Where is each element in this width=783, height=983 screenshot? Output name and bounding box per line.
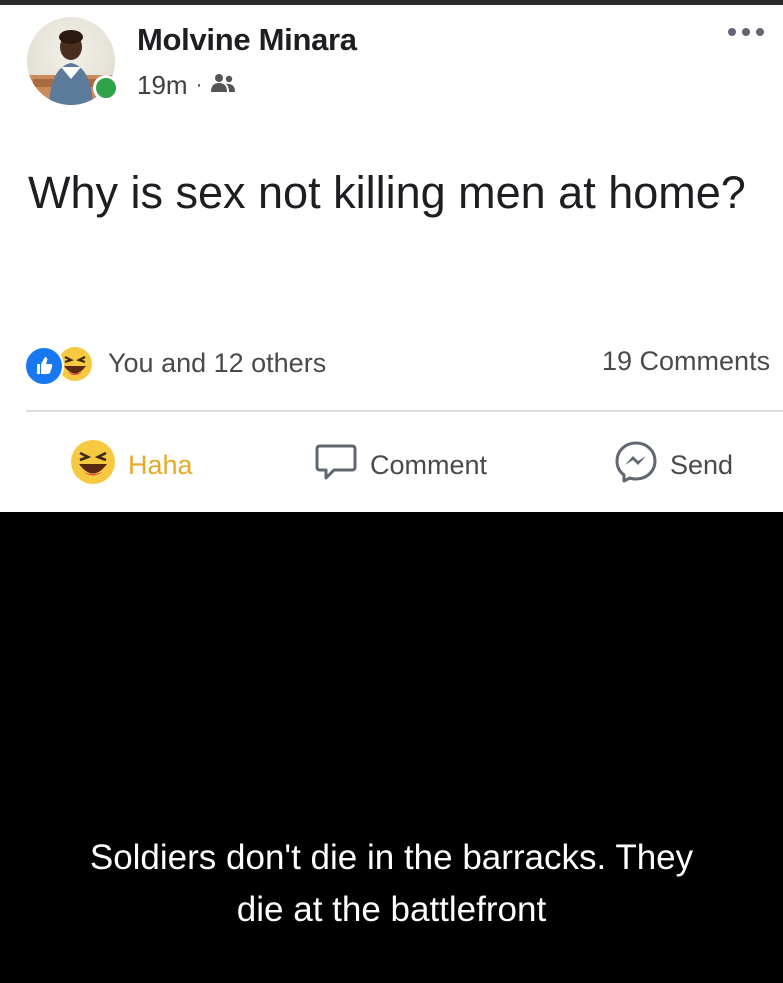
author-name[interactable]: Molvine Minara bbox=[137, 22, 357, 58]
friends-icon[interactable] bbox=[210, 70, 236, 101]
comments-count-link[interactable]: 19 Comments bbox=[602, 346, 770, 377]
haha-label: Haha bbox=[128, 449, 193, 480]
reactions-summary[interactable]: You and 12 others bbox=[24, 340, 326, 386]
post-timestamp[interactable]: 19m bbox=[137, 70, 188, 101]
more-options-icon[interactable] bbox=[725, 22, 767, 42]
caption-line-1: Soldiers don't die in the barracks. They bbox=[89, 838, 694, 877]
facebook-post: Molvine Minara 19m · Why is sex not kill… bbox=[0, 0, 783, 512]
meta-separator: · bbox=[195, 74, 203, 96]
comment-icon bbox=[314, 442, 358, 489]
send-label: Send bbox=[670, 449, 734, 480]
actions-divider bbox=[26, 410, 783, 412]
send-button[interactable]: Send bbox=[614, 440, 733, 490]
post-top-border bbox=[0, 0, 783, 5]
meme-caption: Soldiers don't die in the barracks. They… bbox=[0, 832, 783, 936]
reaction-icons bbox=[24, 343, 102, 386]
caption-line-2: die at the battlefront bbox=[236, 890, 547, 929]
like-icon bbox=[24, 346, 64, 386]
online-status-indicator bbox=[93, 75, 119, 101]
post-text: Why is sex not killing men at home? bbox=[28, 167, 746, 218]
comment-label: Comment bbox=[370, 449, 488, 480]
haha-reaction-button[interactable]: Haha bbox=[70, 439, 193, 492]
comment-button[interactable]: Comment bbox=[314, 440, 487, 490]
author-avatar[interactable] bbox=[27, 17, 119, 105]
haha-icon bbox=[70, 439, 116, 492]
reactions-count-label: You and 12 others bbox=[108, 347, 327, 378]
messenger-icon bbox=[614, 440, 658, 491]
post-meta: 19m · bbox=[137, 70, 236, 101]
